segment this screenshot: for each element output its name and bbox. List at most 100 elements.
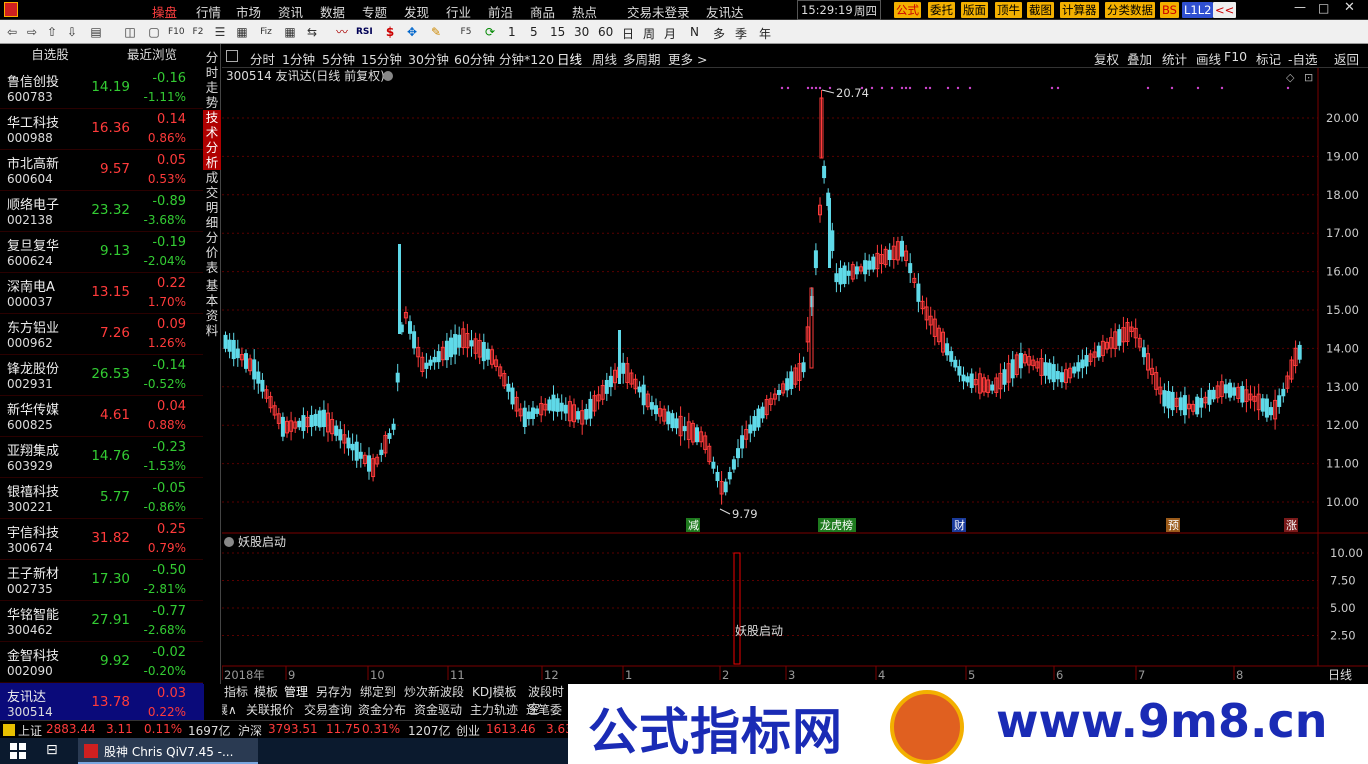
period-item-7[interactable]: 日线 [557, 49, 582, 68]
menu-item-2[interactable]: 市场 [236, 2, 261, 21]
event-marker[interactable]: 预 [1168, 519, 1179, 532]
table-icon[interactable]: ▦ [282, 24, 298, 40]
watchlist-row[interactable]: 顺络电子 002138 23.32 -0.89 -3.68% [0, 191, 204, 232]
watchlist-row[interactable]: 东方铝业 000962 7.26 0.09 1.26% [0, 314, 204, 355]
period-right-1[interactable]: 叠加 [1127, 49, 1152, 68]
period-shortcut-4[interactable]: 多 [713, 25, 725, 42]
period-item-5[interactable]: 60分钟 [454, 49, 495, 68]
period-item-1[interactable]: 1分钟 [282, 49, 315, 68]
watchlist-row[interactable]: 华工科技 000988 16.36 0.14 0.86% [0, 109, 204, 150]
watchlist-row[interactable]: 宇信科技 300674 31.82 0.25 0.79% [0, 519, 204, 560]
menu-item-4[interactable]: 数据 [320, 2, 345, 21]
period-item-8[interactable]: 周线 [592, 49, 617, 68]
diamond-icon[interactable]: ◇ [1286, 71, 1295, 84]
minute-shortcut-0[interactable]: 1 [508, 25, 516, 39]
swap-icon[interactable]: ⇆ [304, 24, 320, 40]
move-icon[interactable]: ✥ [404, 24, 420, 40]
watchlist-row[interactable]: 市北高新 600604 9.57 0.05 0.53% [0, 150, 204, 191]
top-button-4[interactable]: 截图 [1027, 2, 1054, 18]
menu-item-9[interactable]: 商品 [530, 2, 555, 21]
event-marker[interactable]: 减 [688, 519, 699, 532]
expand-icon[interactable]: ⊡ [1304, 71, 1313, 84]
top-button-8[interactable]: L1L2 [1182, 2, 1214, 18]
watchlist-row[interactable]: 华铭智能 300462 27.91 -0.77 -2.68% [0, 601, 204, 642]
f5-icon[interactable]: F5 [458, 24, 474, 40]
bottom-subtab-3[interactable]: 资金分布 [358, 701, 406, 718]
bottom-tab-5[interactable]: 炒次新波段 [404, 683, 464, 700]
menu-item-10[interactable]: 热点 [572, 2, 597, 21]
period-right-6[interactable]: -自选 [1288, 49, 1318, 68]
indicator-toggle-icon[interactable] [224, 537, 234, 547]
top-button-0[interactable]: 公式 [894, 2, 921, 18]
chart-icon[interactable]: ◫ [122, 24, 138, 40]
period-shortcut-2[interactable]: 月 [664, 25, 676, 42]
watchlist-row[interactable]: 金智科技 002090 9.92 -0.02 -0.20% [0, 642, 204, 683]
f2-icon[interactable]: F2 [190, 24, 206, 40]
menu-item-1[interactable]: 行情 [196, 2, 221, 21]
period-shortcut-1[interactable]: 周 [643, 25, 655, 42]
period-right-5[interactable]: 标记 [1256, 49, 1281, 68]
minute-shortcut-3[interactable]: 30 [574, 25, 589, 39]
watchlist-row[interactable]: 锋龙股份 002931 26.53 -0.14 -0.52% [0, 355, 204, 396]
top-button-7[interactable]: BS [1160, 2, 1179, 18]
bottom-tab-3[interactable]: 另存为 [316, 683, 352, 700]
bottom-tab-1[interactable]: 模板 [254, 683, 278, 700]
vtab-0[interactable]: 分时走势 [203, 50, 221, 110]
vtab-1[interactable]: 技术分析 [203, 110, 221, 170]
bottom-tab-4[interactable]: 绑定到 [360, 683, 396, 700]
menu-item-3[interactable]: 资讯 [278, 2, 303, 21]
back-arrow-icon[interactable]: ⇦ [4, 24, 20, 40]
vtab-2[interactable]: 成交明细 [203, 170, 221, 230]
period-item-4[interactable]: 30分钟 [408, 49, 449, 68]
dropdown-icon[interactable] [383, 71, 393, 81]
watchlist-row[interactable]: 鲁信创投 600783 14.19 -0.16 -1.11% [0, 68, 204, 109]
bottom-tab-6[interactable]: KDJ模板 [472, 683, 517, 700]
layout-icon[interactable] [226, 50, 238, 62]
period-item-10[interactable]: 更多 > [668, 49, 707, 68]
minute-shortcut-4[interactable]: 60 [598, 25, 613, 39]
bottom-subtab-2[interactable]: 交易查询 [304, 701, 352, 718]
top-button-2[interactable]: 版面 [961, 2, 988, 18]
top-button-3[interactable]: 顶牛 [995, 2, 1022, 18]
bottom-subtab-4[interactable]: 资金驱动 [414, 701, 462, 718]
report-icon[interactable]: ▤ [88, 24, 104, 40]
rsi-icon[interactable]: RSI [356, 24, 373, 40]
bottom-subtab-1[interactable]: 关联报价 [246, 701, 294, 718]
menu-item-5[interactable]: 专题 [362, 2, 387, 21]
period-shortcut-0[interactable]: 日 [622, 25, 634, 42]
watchlist-row[interactable]: 银禧科技 300221 5.77 -0.05 -0.86% [0, 478, 204, 519]
pen-icon[interactable]: ✎ [428, 24, 444, 40]
period-shortcut-6[interactable]: 年 [759, 25, 771, 42]
period-item-2[interactable]: 5分钟 [322, 49, 355, 68]
bottom-tab-2[interactable]: 管理 [284, 683, 308, 700]
up-arrow-icon[interactable]: ⇧ [44, 24, 60, 40]
top-button-5[interactable]: 计算器 [1060, 2, 1099, 18]
top-button-1[interactable]: 委托 [928, 2, 955, 18]
f10-icon[interactable]: F10 [168, 24, 185, 40]
app-logo-icon[interactable] [4, 2, 18, 17]
period-shortcut-3[interactable]: N [690, 25, 699, 39]
period-right-2[interactable]: 统计 [1162, 49, 1187, 68]
watchlist-row[interactable]: 复旦复华 600624 9.13 -0.19 -2.04% [0, 232, 204, 273]
maximize-icon[interactable]: □ [1318, 1, 1329, 15]
trade-status[interactable]: 交易未登录 [627, 2, 690, 21]
grid-icon[interactable]: ▦ [234, 24, 250, 40]
task-view-icon[interactable]: ⊟ [46, 742, 58, 758]
taskbar-app-button[interactable]: 股神 Chris QiV7.45 -... [78, 738, 258, 764]
top-button-9[interactable]: << [1213, 2, 1237, 18]
minimize-icon[interactable]: — [1294, 0, 1306, 14]
period-item-6[interactable]: 分钟*120 [499, 49, 554, 68]
period-shortcut-5[interactable]: 季 [735, 25, 747, 42]
period-right-0[interactable]: 复权 [1094, 49, 1119, 68]
watchlist-row[interactable]: 深南电A 000037 13.15 0.22 1.70% [0, 273, 204, 314]
top-button-6[interactable]: 分类数据 [1105, 2, 1155, 18]
minute-shortcut-1[interactable]: 5 [530, 25, 538, 39]
bottom-subtab-5[interactable]: 主力轨迹 [470, 701, 518, 718]
minute-shortcut-2[interactable]: 15 [550, 25, 565, 39]
bottom-tab-0[interactable]: 指标 [224, 683, 248, 700]
period-item-3[interactable]: 15分钟 [361, 49, 402, 68]
window-icon[interactable]: ▢ [146, 24, 162, 40]
menu-item-0[interactable]: 操盘 [152, 2, 177, 21]
watchlist-row[interactable]: 亚翔集成 603929 14.76 -0.23 -1.53% [0, 437, 204, 478]
event-marker[interactable]: 涨 [1286, 519, 1297, 532]
